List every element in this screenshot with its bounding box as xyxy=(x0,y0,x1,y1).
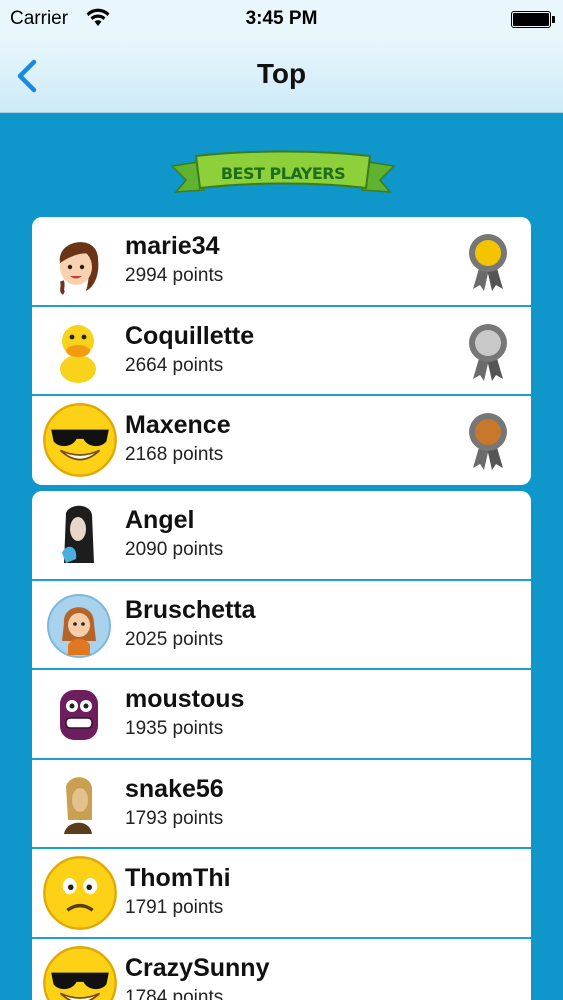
player-name: Maxence xyxy=(125,411,231,439)
player-points: 2994 points xyxy=(125,265,224,286)
player-name: Bruschetta xyxy=(125,595,256,624)
player-name: ThomThi xyxy=(125,864,231,892)
player-name: marie34 xyxy=(125,232,220,260)
status-bar: Carrier 3:45 PM xyxy=(0,0,563,40)
sunglasses-smiley-icon xyxy=(43,403,117,477)
player-row[interactable]: snake56 1793 points xyxy=(32,760,531,849)
duck-avatar-icon xyxy=(60,324,96,383)
player-row[interactable]: Angel 2090 points xyxy=(32,491,531,581)
sunglasses-smiley-icon xyxy=(43,945,117,1000)
dark-hair-avatar-icon xyxy=(62,505,94,563)
player-row[interactable]: Maxence 2168 points xyxy=(32,396,531,485)
best-players-banner: BEST PLAYERS xyxy=(170,148,396,198)
player-points: 2168 points xyxy=(125,444,224,465)
player-name: moustous xyxy=(125,685,245,713)
player-points: 1791 points xyxy=(125,897,224,918)
player-name: CrazySunny xyxy=(125,953,270,982)
player-row[interactable]: ThomThi 1791 points xyxy=(32,849,531,939)
page-title: Top xyxy=(256,58,307,89)
banner-label: BEST PLAYERS xyxy=(220,164,346,183)
player-row[interactable]: Bruschetta 2025 points xyxy=(32,581,531,670)
player-name: snake56 xyxy=(125,774,224,803)
player-row[interactable]: CrazySunny 1784 points xyxy=(32,939,531,1000)
girl-circle-avatar-icon xyxy=(47,593,111,658)
girl-avatar-icon xyxy=(59,242,99,295)
player-points: 2090 points xyxy=(125,539,224,560)
frown-smiley-icon xyxy=(43,856,117,930)
player-points: 1784 points xyxy=(125,986,224,1000)
player-points: 1935 points xyxy=(125,718,224,739)
player-points: 2025 points xyxy=(125,628,224,650)
purple-monster-icon xyxy=(60,690,98,740)
player-row[interactable]: Coquillette 2664 points xyxy=(32,307,531,396)
gold-medal-icon xyxy=(469,234,507,291)
players-list: Angel 2090 points Bruschetta 2025 points… xyxy=(32,491,531,1000)
player-row[interactable]: moustous 1935 points xyxy=(32,670,531,760)
navigation-bar: Top xyxy=(0,40,563,113)
player-points: 1793 points xyxy=(125,807,224,829)
player-name: Coquillette xyxy=(125,321,255,350)
player-points: 2664 points xyxy=(125,354,224,376)
player-name: Angel xyxy=(125,506,195,534)
player-row[interactable]: marie34 2994 points xyxy=(32,217,531,307)
bronze-medal-icon xyxy=(469,413,507,470)
battery-icon xyxy=(511,11,555,28)
blonde-avatar-icon xyxy=(64,776,92,834)
silver-medal-icon xyxy=(469,323,507,381)
top-players-list: marie34 2994 points Coquillette 2664 poi… xyxy=(32,217,531,485)
status-time: 3:45 PM xyxy=(245,8,318,29)
